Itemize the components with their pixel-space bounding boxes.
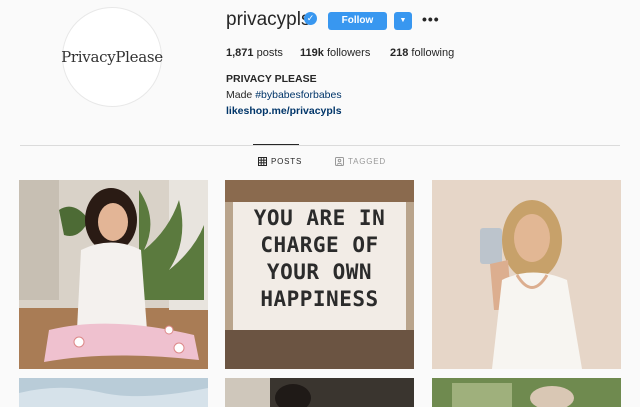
tab-tagged[interactable]: TAGGED	[335, 157, 386, 166]
post-thumbnail-woman-sitting[interactable]	[19, 180, 208, 369]
bio-text: Made #bybabesforbabes	[226, 89, 342, 101]
follow-button[interactable]: Follow	[328, 12, 387, 30]
grid-icon	[258, 157, 267, 166]
post-thumbnail-garden[interactable]	[432, 378, 621, 407]
followers-label: followers	[326, 47, 371, 59]
followers-count[interactable]: 119k followers	[300, 47, 370, 59]
tab-posts-label: POSTS	[271, 157, 303, 166]
posts-label: posts	[256, 47, 283, 59]
chevron-down-icon: ▼	[399, 17, 407, 24]
verified-badge-icon: ✓	[304, 12, 317, 25]
post-thumbnail-sky[interactable]	[19, 378, 208, 407]
post-thumbnail-dark-portrait[interactable]	[225, 378, 414, 407]
sign-line: HAPPINESS	[260, 287, 379, 311]
avatar-logo-text: PrivacyPlease	[61, 48, 163, 66]
bio-name: PRIVACY PLEASE	[226, 73, 317, 85]
post-image-mirror-selfie	[432, 180, 621, 369]
tab-posts[interactable]: POSTS	[258, 157, 302, 166]
sign-line: CHARGE OF	[260, 233, 379, 257]
sign-text: YOU ARE IN CHARGE OF YOUR OWN HAPPINESS	[225, 205, 414, 313]
profile-username: privacypls	[226, 9, 311, 30]
bio-prefix: Made	[226, 89, 256, 101]
following-count[interactable]: 218 following	[390, 47, 454, 59]
post-image-dark-portrait	[225, 378, 414, 407]
post-image-sky	[19, 378, 208, 407]
post-image-woman-sitting	[19, 180, 208, 369]
tab-tagged-label: TAGGED	[348, 157, 386, 166]
posts-value: 1,871	[226, 47, 254, 59]
post-thumbnail-happiness-sign[interactable]: YOU ARE IN CHARGE OF YOUR OWN HAPPINESS	[225, 180, 414, 369]
tag-person-icon	[335, 157, 344, 166]
more-options-icon[interactable]: •••	[422, 12, 440, 30]
suggestions-dropdown-button[interactable]: ▼	[394, 12, 412, 30]
followers-value: 119k	[300, 47, 324, 59]
post-thumbnail-mirror-selfie[interactable]	[432, 180, 621, 369]
following-label: following	[411, 47, 455, 59]
sign-line: YOUR OWN	[266, 260, 373, 284]
post-image-garden	[432, 378, 621, 407]
profile-website-link[interactable]: likeshop.me/privacypls	[226, 105, 342, 117]
bio-hashtag-link[interactable]: #bybabesforbabes	[255, 89, 341, 101]
sign-line: YOU ARE IN	[253, 206, 386, 230]
following-value: 218	[390, 47, 409, 59]
active-tab-indicator	[253, 144, 299, 145]
posts-count: 1,871 posts	[226, 47, 283, 59]
tabs-divider	[20, 145, 620, 146]
profile-avatar[interactable]: PrivacyPlease	[61, 7, 163, 107]
